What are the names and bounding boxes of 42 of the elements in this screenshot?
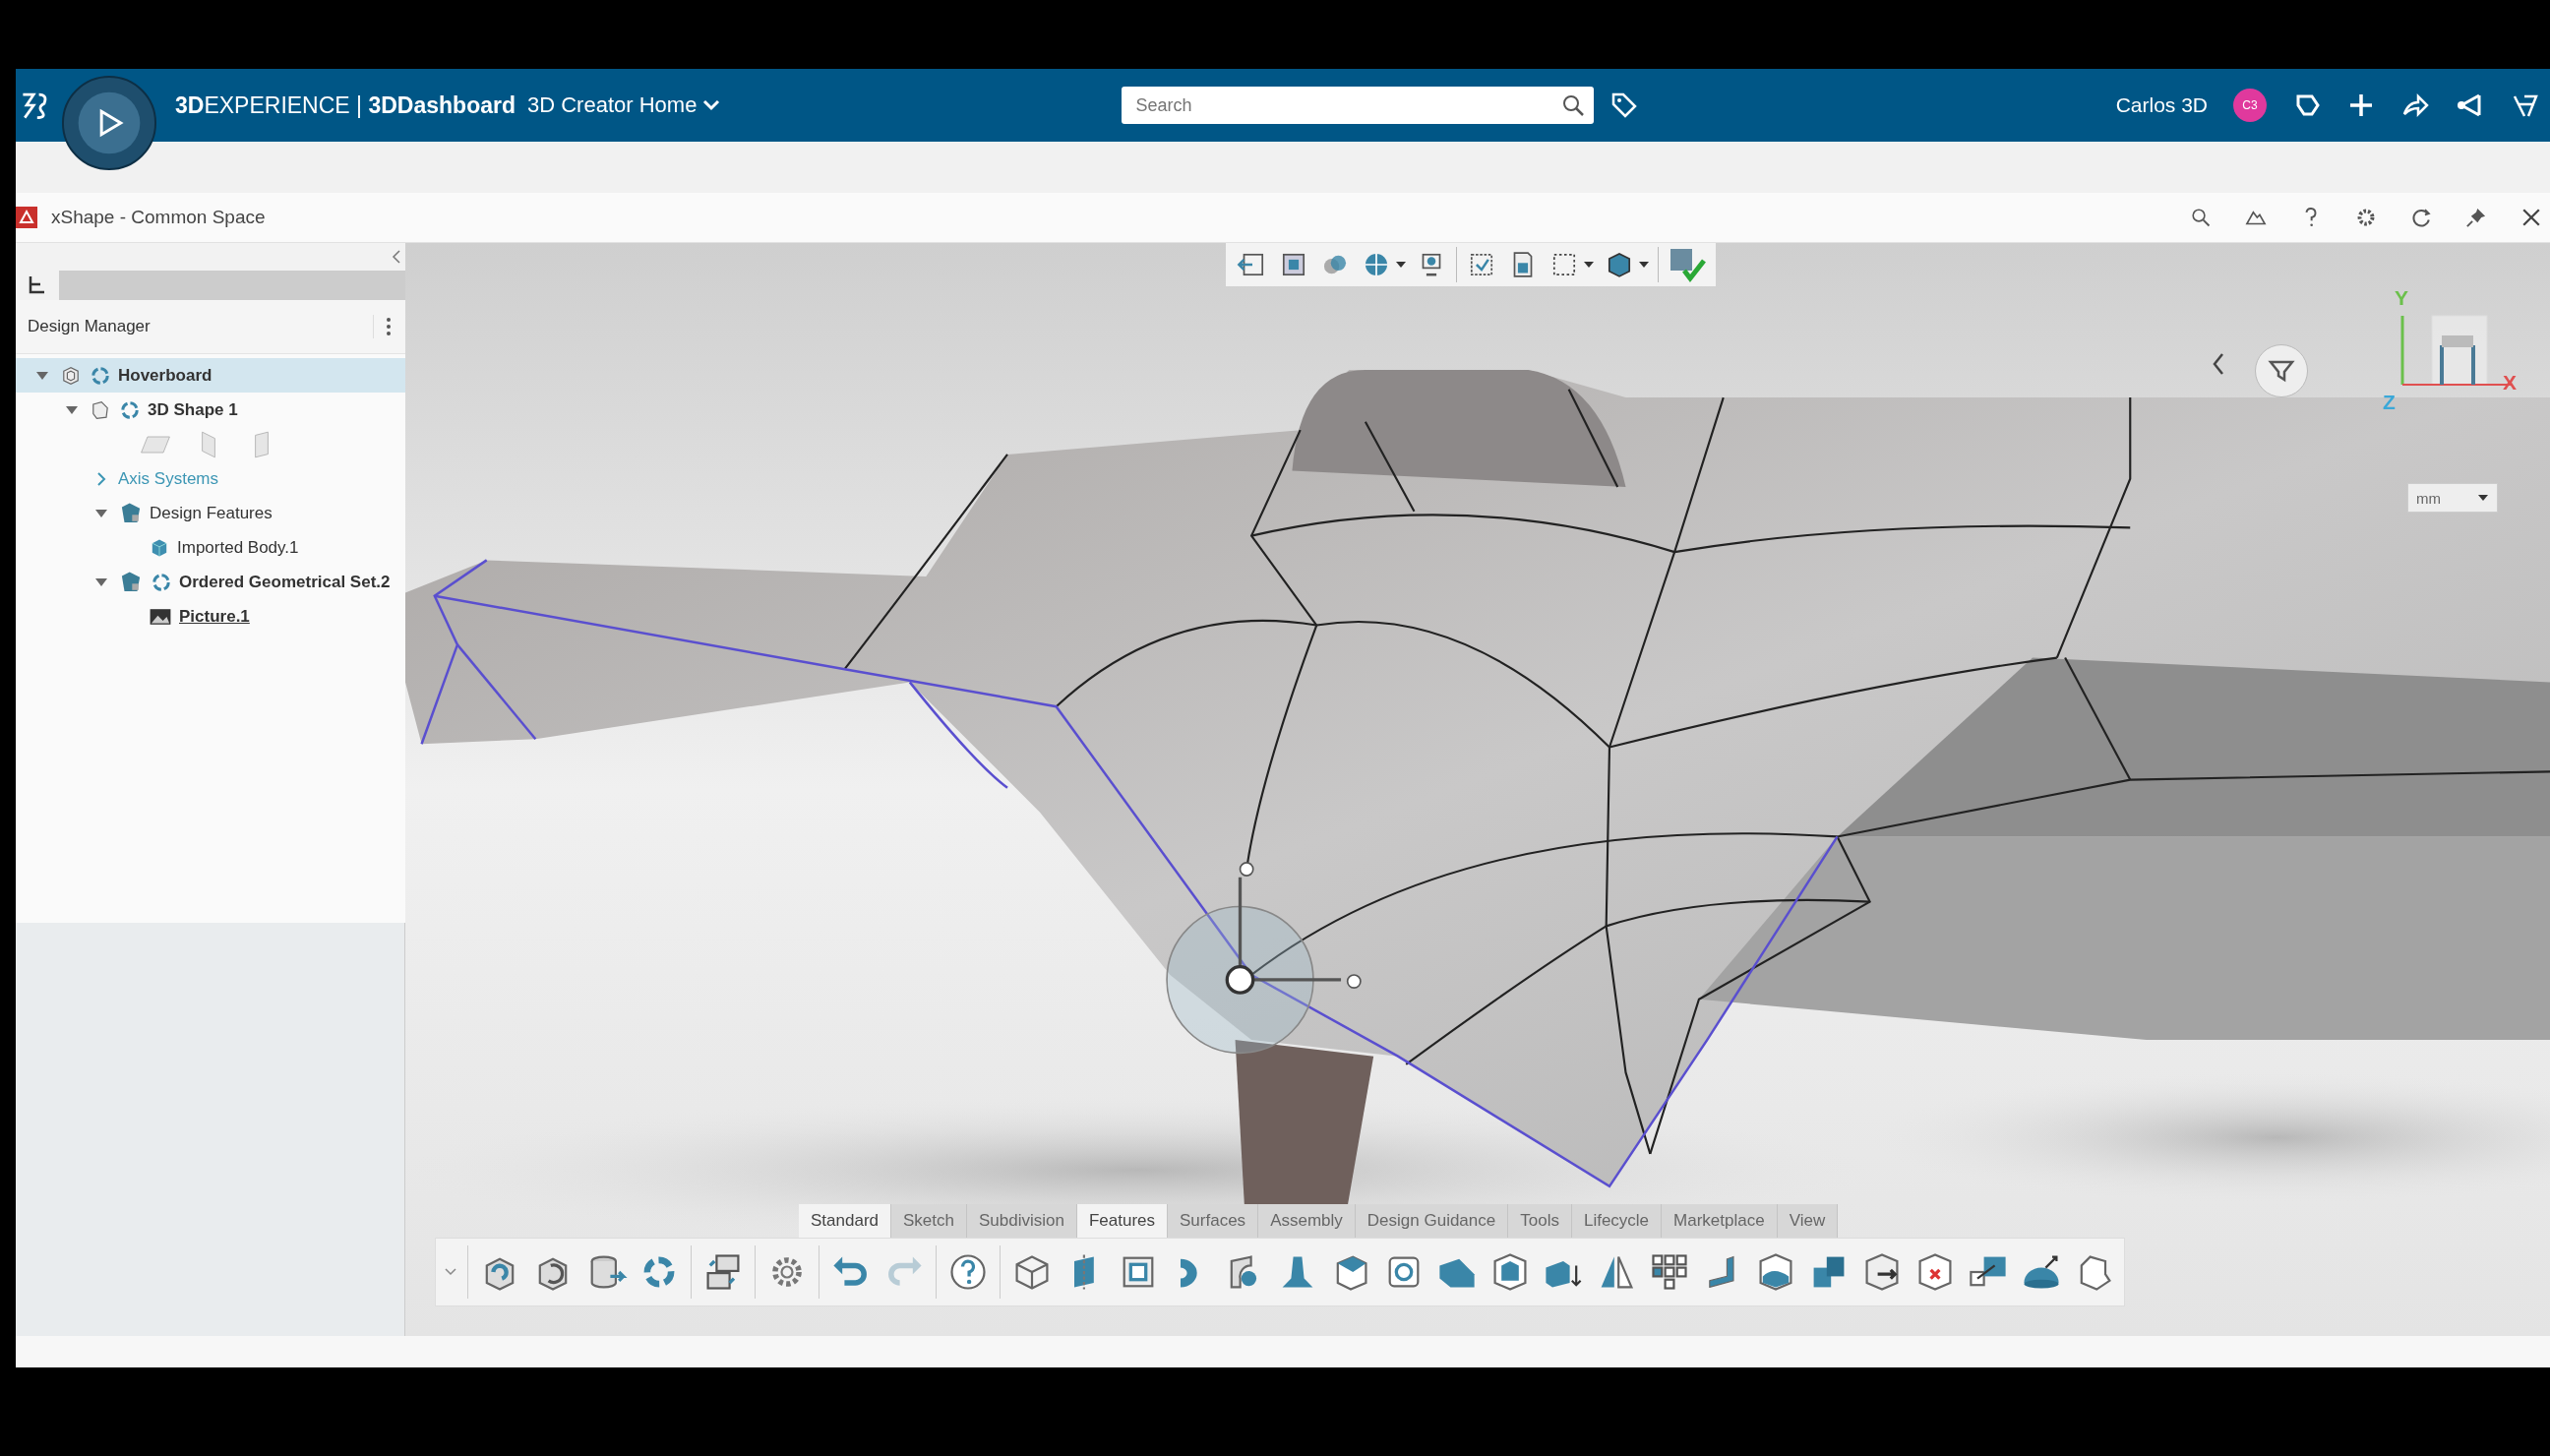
search-input[interactable]: Search [1122, 94, 1561, 116]
dropdown-caret-icon[interactable] [1583, 260, 1595, 270]
chevron-left-icon[interactable] [2211, 351, 2226, 377]
tree-item[interactable]: Picture.1 [179, 606, 250, 627]
unit-dropdown[interactable]: mm [2407, 483, 2498, 513]
expanded-toggle-icon[interactable] [94, 508, 108, 518]
tree-item[interactable]: Design Features [150, 503, 273, 523]
expanded-toggle-icon[interactable] [65, 404, 79, 415]
ribbon-tab[interactable]: View [1777, 1204, 1839, 1238]
app-title: xShape - Common Space [51, 207, 266, 228]
collapsed-toggle-icon[interactable] [96, 471, 106, 486]
ribbon-tab[interactable]: Lifecycle [1571, 1204, 1663, 1238]
tree-item[interactable]: Hoverboard [118, 365, 212, 386]
axis-label: Z [2383, 391, 2396, 414]
tree-item[interactable]: Imported Body.1 [177, 537, 299, 558]
ribbon-tab[interactable]: Tools [1508, 1204, 1572, 1238]
expanded-toggle-icon[interactable] [35, 370, 49, 381]
dropdown-caret-icon[interactable] [1638, 260, 1650, 270]
ribbon-tab[interactable]: Features [1076, 1204, 1169, 1238]
tree-item[interactable]: Axis Systems [118, 468, 219, 489]
brand-title: 3DEXPERIENCE | 3DDashboard [175, 91, 516, 119]
expanded-toggle-icon[interactable] [94, 576, 108, 587]
ribbon-tab[interactable]: Marketplace [1662, 1204, 1778, 1238]
axis-label: Y [2395, 286, 2408, 310]
ribbon-tab[interactable]: Assembly [1258, 1204, 1356, 1238]
dropdown-caret-icon[interactable] [1395, 260, 1407, 270]
tree-item[interactable]: Ordered Geometrical Set.2 [179, 572, 391, 592]
ribbon-tab[interactable]: Standard [799, 1204, 891, 1238]
user-avatar[interactable]: C3 [2233, 89, 2267, 122]
caret-icon[interactable] [2477, 494, 2489, 502]
app-menu[interactable]: 3D Creator Home [527, 92, 721, 118]
move-manipulator-drawing[interactable] [1166, 862, 1362, 1055]
ribbon-tab[interactable]: Design Guidance [1355, 1204, 1509, 1238]
ribbon-tab[interactable]: Sketch [891, 1204, 967, 1238]
user-name[interactable]: Carlos 3D [2115, 93, 2208, 117]
collapse-chevron-icon[interactable] [392, 250, 401, 264]
panel-title: Design Manager [28, 317, 151, 336]
ribbon-tab[interactable]: Surfaces [1168, 1204, 1259, 1238]
search-field[interactable]: Search [1122, 87, 1595, 124]
plus-icon[interactable] [2347, 91, 2375, 119]
ribbon-tab[interactable]: Subdivision [967, 1204, 1077, 1238]
tree-item[interactable]: 3D Shape 1 [148, 399, 238, 420]
